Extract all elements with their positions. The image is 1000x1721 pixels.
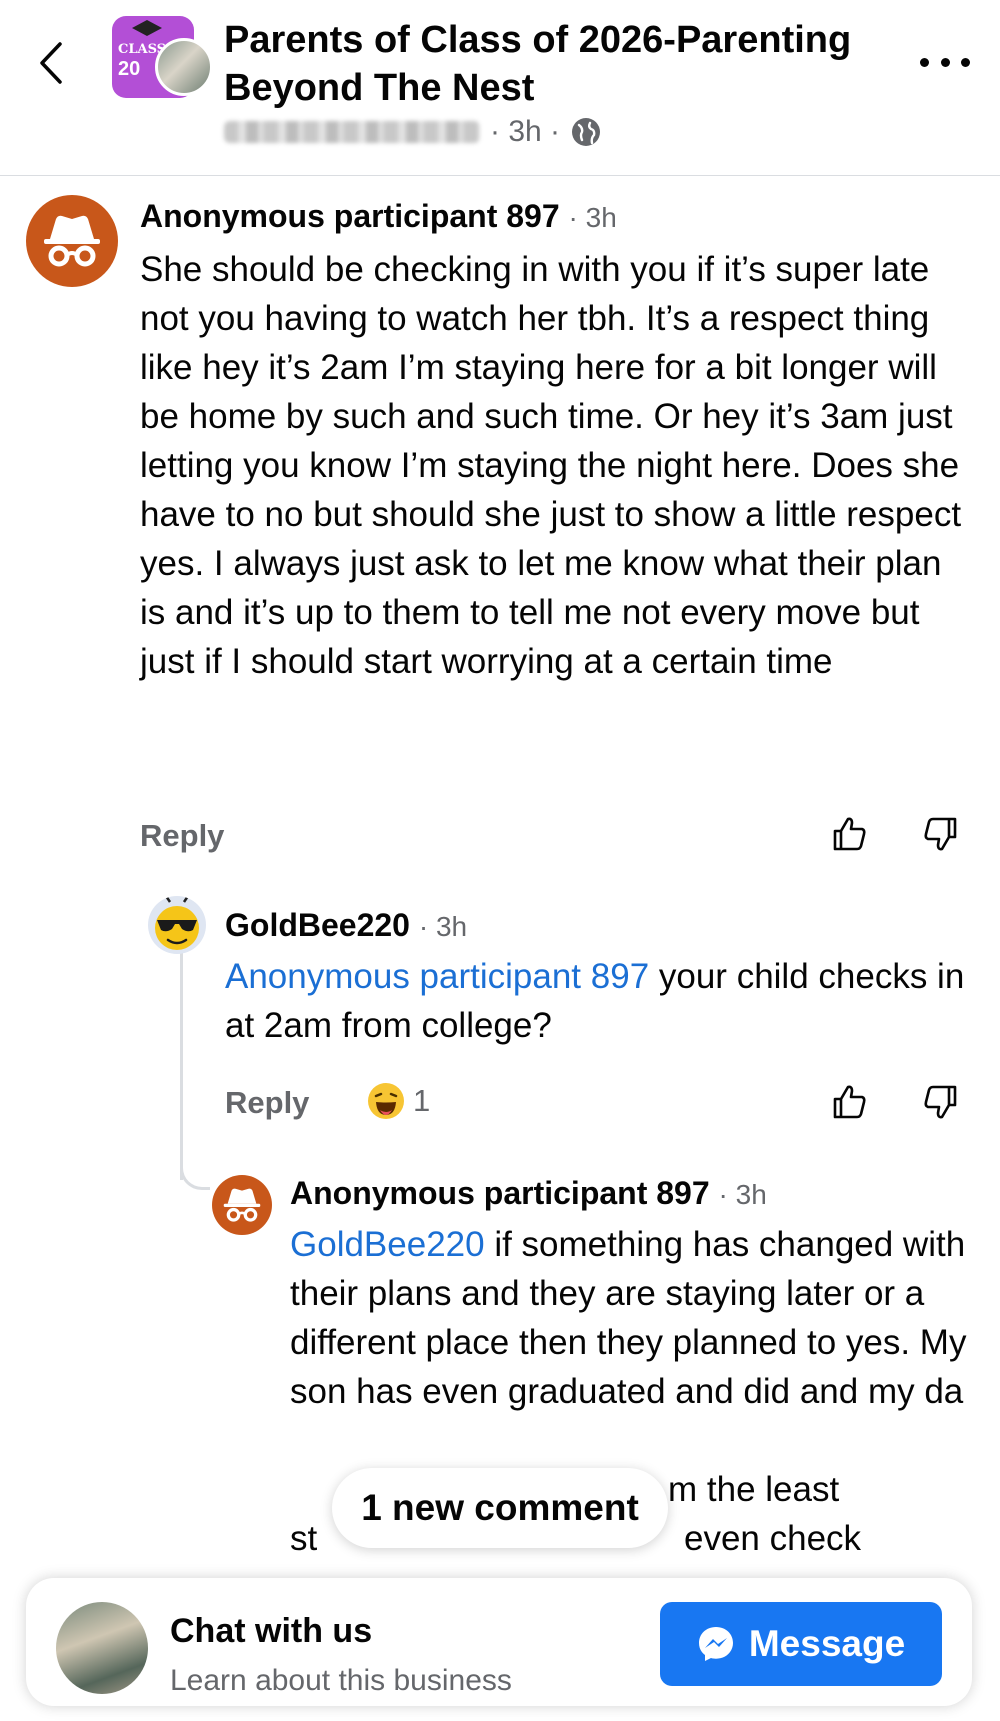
poster-name-redacted[interactable] [224,121,480,143]
reply-button[interactable]: Reply [225,1085,309,1121]
comment-text-fragment: st [290,1519,318,1558]
chat-bar[interactable]: Chat with us Learn about this business M… [26,1578,972,1706]
thumbs-down-icon [924,817,957,851]
author-name[interactable]: Anonymous participant 897 [290,1175,710,1211]
group-avatar-year: 20 [118,58,141,80]
upvote-button[interactable] [830,814,870,854]
chat-title: Chat with us [170,1612,373,1650]
incognito-icon [44,215,100,267]
goldbee-avatar[interactable] [148,896,206,954]
more-dot [920,57,929,67]
more-dot [940,57,950,67]
reaction-count: 1 [413,1083,431,1118]
poster-avatar[interactable] [155,38,213,96]
more-options-button[interactable] [920,50,970,74]
haha-emoji-icon [368,1083,404,1119]
anonymous-avatar[interactable] [26,195,118,287]
author-name[interactable]: GoldBee220 [225,907,410,943]
bee-sunglasses-icon [155,896,199,950]
thumbs-down-icon [924,1085,957,1119]
message-button[interactable]: Message [660,1602,942,1686]
upvote-button[interactable] [830,1082,870,1122]
messenger-icon [698,1627,733,1661]
group-title[interactable]: Parents of Class of 2026-Parenting Beyon… [224,16,904,112]
downvote-button[interactable] [920,1082,960,1122]
chevron-left-icon [40,42,62,84]
globe-icon [572,118,601,146]
comment-time: · 3h [568,202,617,233]
post-header: CLASS 20 Parents of Class of 2026-Parent… [0,0,1000,176]
comment-text-fragment: even check [684,1519,862,1558]
incognito-icon [223,1188,261,1222]
more-dot [961,57,970,67]
comment-time: · 3h [718,1179,767,1210]
message-button-label: Message [748,1623,906,1664]
chat-subtitle: Learn about this business [170,1664,512,1697]
downvote-button[interactable] [920,814,960,854]
new-comment-pill[interactable]: 1 new comment [332,1468,668,1548]
comment-author[interactable]: GoldBee220 · 3h [225,907,467,944]
comment-body: She should be checking in with you if it… [140,250,962,681]
reply-button[interactable]: Reply [140,818,224,854]
comment-author[interactable]: Anonymous participant 897 · 3h [140,198,617,235]
author-name[interactable]: Anonymous participant 897 [140,198,560,234]
thumbs-up-icon [833,1085,866,1119]
comment-body: GoldBee220 if something has changed with… [290,1220,970,1465]
comment-text-fragment: m the least [668,1470,840,1509]
business-avatar [56,1602,148,1694]
post-meta: · 3h · [224,112,602,152]
comment-body: Anonymous participant 897 your child che… [225,952,965,1050]
reaction-summary[interactable]: 1 [367,1082,430,1120]
graduation-cap-icon [132,20,162,36]
thread-connector [180,1140,210,1190]
comment-time: · 3h [418,911,468,942]
mention-link[interactable]: GoldBee220 [290,1225,485,1264]
comment-author[interactable]: Anonymous participant 897 · 3h [290,1175,767,1212]
anonymous-avatar[interactable] [212,1175,272,1235]
post-time: · 3h · [490,115,561,148]
thumbs-up-icon [833,817,866,851]
back-button[interactable] [36,38,76,88]
mention-link[interactable]: Anonymous participant 897 [225,957,649,996]
